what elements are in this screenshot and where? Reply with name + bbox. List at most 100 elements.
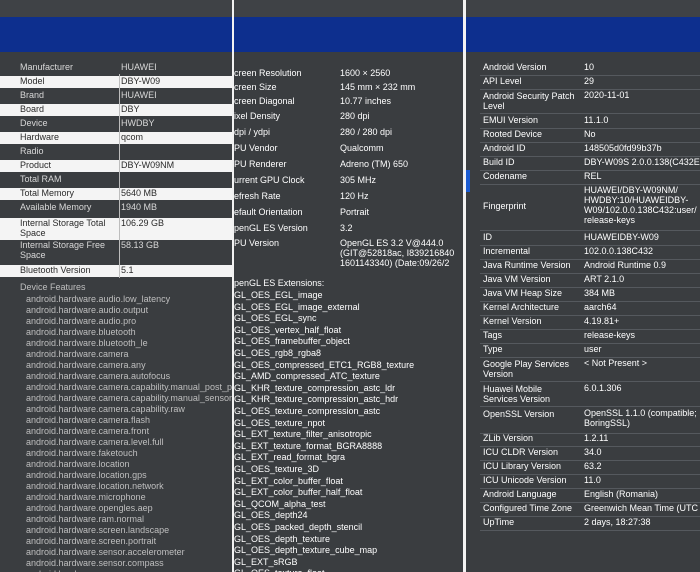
feature-item: android.hardware.audio.low_latency [26,294,171,304]
info-row[interactable]: Android Language English (Romania) [466,489,700,501]
info-row[interactable]: Java Runtime Version Android Runtime 0.9 [466,260,700,272]
info-row[interactable]: efault Orientation Portrait [234,207,463,219]
info-value: HUAWEI/DBY-W09NM/ HWDBY:10/HUAWEIDBY-W09… [584,185,697,225]
info-row[interactable]: ICU Unicode Version 11.0 [466,475,700,487]
info-row[interactable]: Total Memory 5640 MB [0,188,232,200]
info-key: dpi / ydpi [234,127,271,137]
info-row[interactable]: Kernel Architecture aarch64 [466,302,700,314]
info-value: 5.1 [121,265,134,275]
info-row[interactable]: Google Play Services Version < Not Presen… [466,358,700,380]
extension-item: GL_EXT_texture_filter_anisotropic [234,429,372,440]
info-value: Portrait [340,207,370,217]
info-key: PU Vendor [234,143,278,153]
info-row[interactable]: ID HUAWEIDBY-W09 [466,232,700,244]
info-row[interactable]: Configured Time Zone Greenwich Mean Time … [466,503,700,515]
info-row[interactable]: Android Security Patch Level 2020-11-01 [466,90,700,112]
info-row[interactable]: OpenSSL Version OpenSSL 1.1.0 (compatible… [466,408,700,432]
info-key: Fingerprint [483,201,527,211]
info-row[interactable]: creen Size 145 mm × 232 mm [234,82,463,94]
info-row[interactable]: Total RAM [0,174,232,186]
info-row[interactable]: Rooted Device No [466,129,700,141]
info-row[interactable]: Java VM Version ART 2.1.0 [466,274,700,286]
info-value: 148505d0fd99b37b [584,143,662,153]
info-row[interactable]: Radio [0,146,232,158]
info-row[interactable]: PU Vendor Qualcomm [234,143,463,155]
info-value: 1600 × 2560 [340,68,391,78]
info-key: Rooted Device [483,129,543,139]
extension-item: GL_OES_depth_texture_cube_map [234,545,378,556]
info-row[interactable]: Java VM Heap Size 384 MB [466,288,700,300]
info-row[interactable]: Available Memory 1940 MB [0,202,232,214]
info-row[interactable]: efresh Rate 120 Hz [234,191,463,203]
extension-item: GL_OES_compressed_ETC1_RGB8_texture [234,359,415,370]
info-row[interactable]: UpTime 2 days, 18:27:38 [466,517,700,529]
info-row[interactable]: Android Version 10 [466,62,700,74]
feature-item: android.hardware.camera.capability.raw [26,404,185,414]
column-divider [119,74,120,278]
info-row[interactable]: Huawei Mobile Services Version 6.0.1.306 [466,383,700,405]
info-key: creen Diagonal [234,96,295,106]
feature-item: android.hardware.camera.capability.manua… [26,393,232,403]
info-row[interactable]: API Level 29 [466,76,700,88]
info-row[interactable]: Tags release-keys [466,330,700,342]
info-row[interactable]: creen Diagonal 10.77 inches [234,96,463,108]
display-info-list[interactable]: creen Resolution 1600 × 2560 creen Size 145… [234,56,463,572]
info-row[interactable]: Kernel Version 4.19.81+ [466,316,700,328]
info-row[interactable]: Internal Storage Total Space 106.29 GB [0,218,232,240]
feature-item: android.hardware.audio.output [26,305,149,315]
info-row[interactable]: Bluetooth Version 5.1 [0,265,232,277]
info-value: DBY-W09NM [121,160,175,170]
info-row[interactable]: Type user [466,344,700,356]
info-row[interactable]: PU Renderer Adreno (TM) 650 [234,159,463,171]
info-value: HUAWEI [121,62,157,72]
info-row[interactable]: Board DBY [0,104,232,116]
feature-item: android.hardware.bluetooth_le [26,338,148,348]
info-row[interactable]: Incremental 102.0.0.138C432 [466,246,700,258]
info-row[interactable]: Manufacturer HUAWEI [0,62,232,74]
info-value: No [584,129,596,139]
info-value: HUAWEIDBY-W09 [584,232,659,242]
info-row[interactable]: PU Version OpenGL ES 3.2 V@444.0 (GIT@528… [234,238,463,272]
app-header [466,0,700,52]
info-row[interactable]: Device HWDBY [0,118,232,130]
feature-item: android.hardware.camera.capability.manua… [26,382,232,392]
info-key: ZLib Version [483,433,534,443]
info-row[interactable]: Hardware qcom [0,132,232,144]
info-row[interactable]: Product DBY-W09NM [0,160,232,172]
info-row[interactable]: creen Resolution 1600 × 2560 [234,68,463,80]
info-row[interactable]: Internal Storage Free Space 58.13 GB [0,240,232,264]
feature-item: android.hardware.bluetooth [26,327,136,337]
app-header [0,0,232,52]
info-row[interactable]: ICU CLDR Version 34.0 [466,447,700,459]
info-row[interactable]: penGL ES Version 3.2 [234,223,463,235]
info-key: Java VM Version [483,274,551,284]
info-row[interactable]: ICU Library Version 63.2 [466,461,700,473]
extension-item: GL_OES_texture_compression_astc [234,406,381,416]
device-info-list[interactable]: Manufacturer HUAWEI Model DBY-W09 Brand HUAWE… [0,56,232,572]
info-value: user [584,344,602,354]
info-row[interactable]: Codename REL [466,171,700,183]
system-info-list[interactable]: Android Version 10 API Level 29 Android Secu… [466,56,700,572]
info-key: ixel Density [234,111,281,121]
info-row[interactable]: Fingerprint HUAWEI/DBY-W09NM/ HWDBY:10/HU… [466,185,700,229]
extension-item: GL_OES_vertex_half_float [234,324,342,335]
info-row[interactable]: EMUI Version 11.1.0 [466,115,700,127]
info-row[interactable]: Android ID 148505d0fd99b37b [466,143,700,155]
info-row[interactable]: ixel Density 280 dpi [234,111,463,123]
info-key: Java VM Heap Size [483,288,563,298]
info-value: 305 MHz [340,175,377,185]
info-value: Qualcomm [340,143,384,153]
extensions-title: penGL ES Extensions: [234,278,325,288]
info-row[interactable]: dpi / ydpi 280 / 280 dpi [234,127,463,139]
info-row[interactable]: Build ID DBY-W09S 2.0.0.138(C432E [466,157,700,169]
info-value: ART 2.1.0 [584,274,625,284]
info-row[interactable]: Brand HUAWEI [0,90,232,102]
info-row[interactable]: Model DBY-W09 [0,76,232,88]
info-key: Hardware [20,132,60,142]
info-value: 280 / 280 dpi [340,127,393,137]
info-row[interactable]: urrent GPU Clock 305 MHz [234,175,463,187]
feature-item: android.hardware.camera.flash [26,415,151,425]
info-row[interactable]: ZLib Version 1.2.11 [466,433,700,445]
feature-item: android.hardware.opengles.aep [26,503,153,513]
info-key: penGL ES Version [234,223,308,233]
